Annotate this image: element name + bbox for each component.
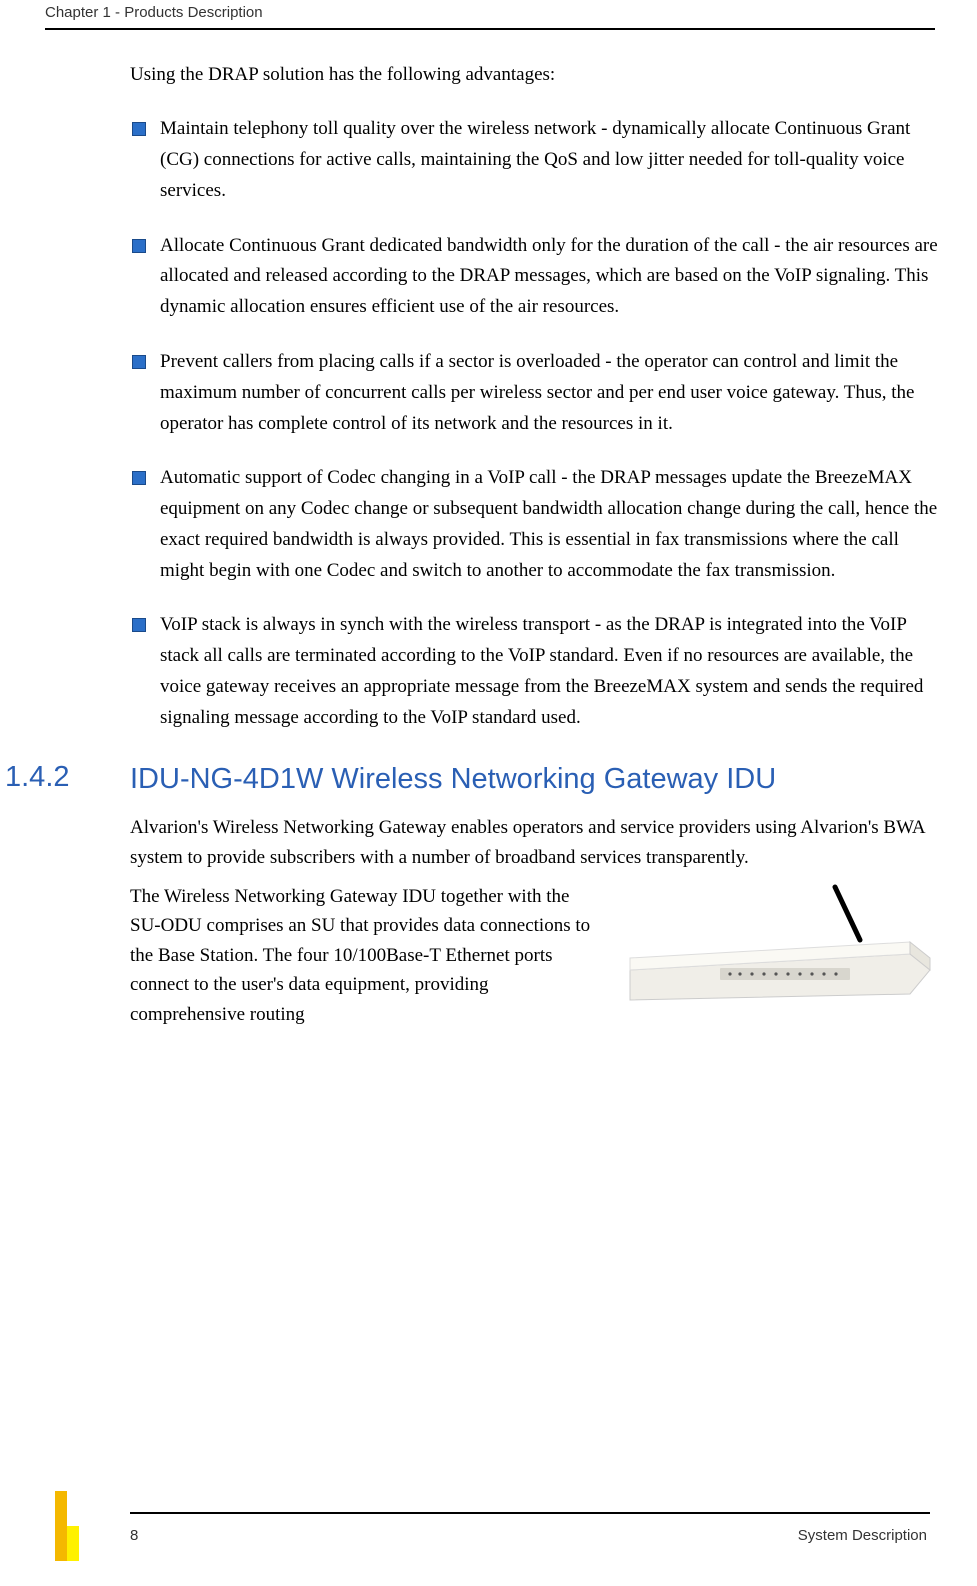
text-image-row: The Wireless Networking Gateway IDU toge… (130, 882, 940, 1029)
body-paragraph: Alvarion's Wireless Networking Gateway e… (130, 813, 940, 872)
list-item: Maintain telephony toll quality over the… (130, 114, 940, 206)
list-item: Automatic support of Codec changing in a… (130, 463, 940, 586)
bullet-icon (132, 355, 146, 369)
list-item-text: Prevent callers from placing calls if a … (160, 351, 914, 434)
list-item-text: Automatic support of Codec changing in a… (160, 467, 937, 580)
list-item: VoIP stack is always in synch with the w… (130, 610, 940, 733)
bullet-icon (132, 618, 146, 632)
chapter-label: Chapter 1 - Products Description (45, 4, 263, 21)
orange-tab (55, 1491, 67, 1561)
header-rule (45, 28, 935, 30)
body-paragraph: The Wireless Networking Gateway IDU toge… (130, 882, 600, 1029)
gateway-device-image (610, 882, 940, 1012)
advantages-list: Maintain telephony toll quality over the… (130, 114, 940, 733)
list-item-text: Maintain telephony toll quality over the… (160, 118, 910, 201)
page-number: 8 (130, 1527, 138, 1544)
bullet-icon (132, 122, 146, 136)
list-item: Prevent callers from placing calls if a … (130, 347, 940, 439)
list-item: Allocate Continuous Grant dedicated band… (130, 231, 940, 323)
intro-text: Using the DRAP solution has the followin… (130, 60, 940, 90)
section-title: IDU-NG-4D1W Wireless Networking Gateway … (130, 761, 940, 799)
page-header: Chapter 1 - Products Description (0, 0, 977, 27)
list-item-text: VoIP stack is always in synch with the w… (160, 614, 923, 727)
list-item-text: Allocate Continuous Grant dedicated band… (160, 235, 938, 318)
bullet-icon (132, 471, 146, 485)
section-number: 1.4.2 (5, 761, 135, 794)
bullet-icon (132, 239, 146, 253)
section-heading: 1.4.2 IDU-NG-4D1W Wireless Networking Ga… (130, 761, 940, 799)
page-content: Using the DRAP solution has the followin… (130, 60, 940, 1029)
footer-tab-marker (45, 1491, 85, 1561)
footer-rule (130, 1512, 930, 1514)
page-footer: 8 System Description (0, 1527, 977, 1544)
footer-label: System Description (798, 1527, 927, 1544)
